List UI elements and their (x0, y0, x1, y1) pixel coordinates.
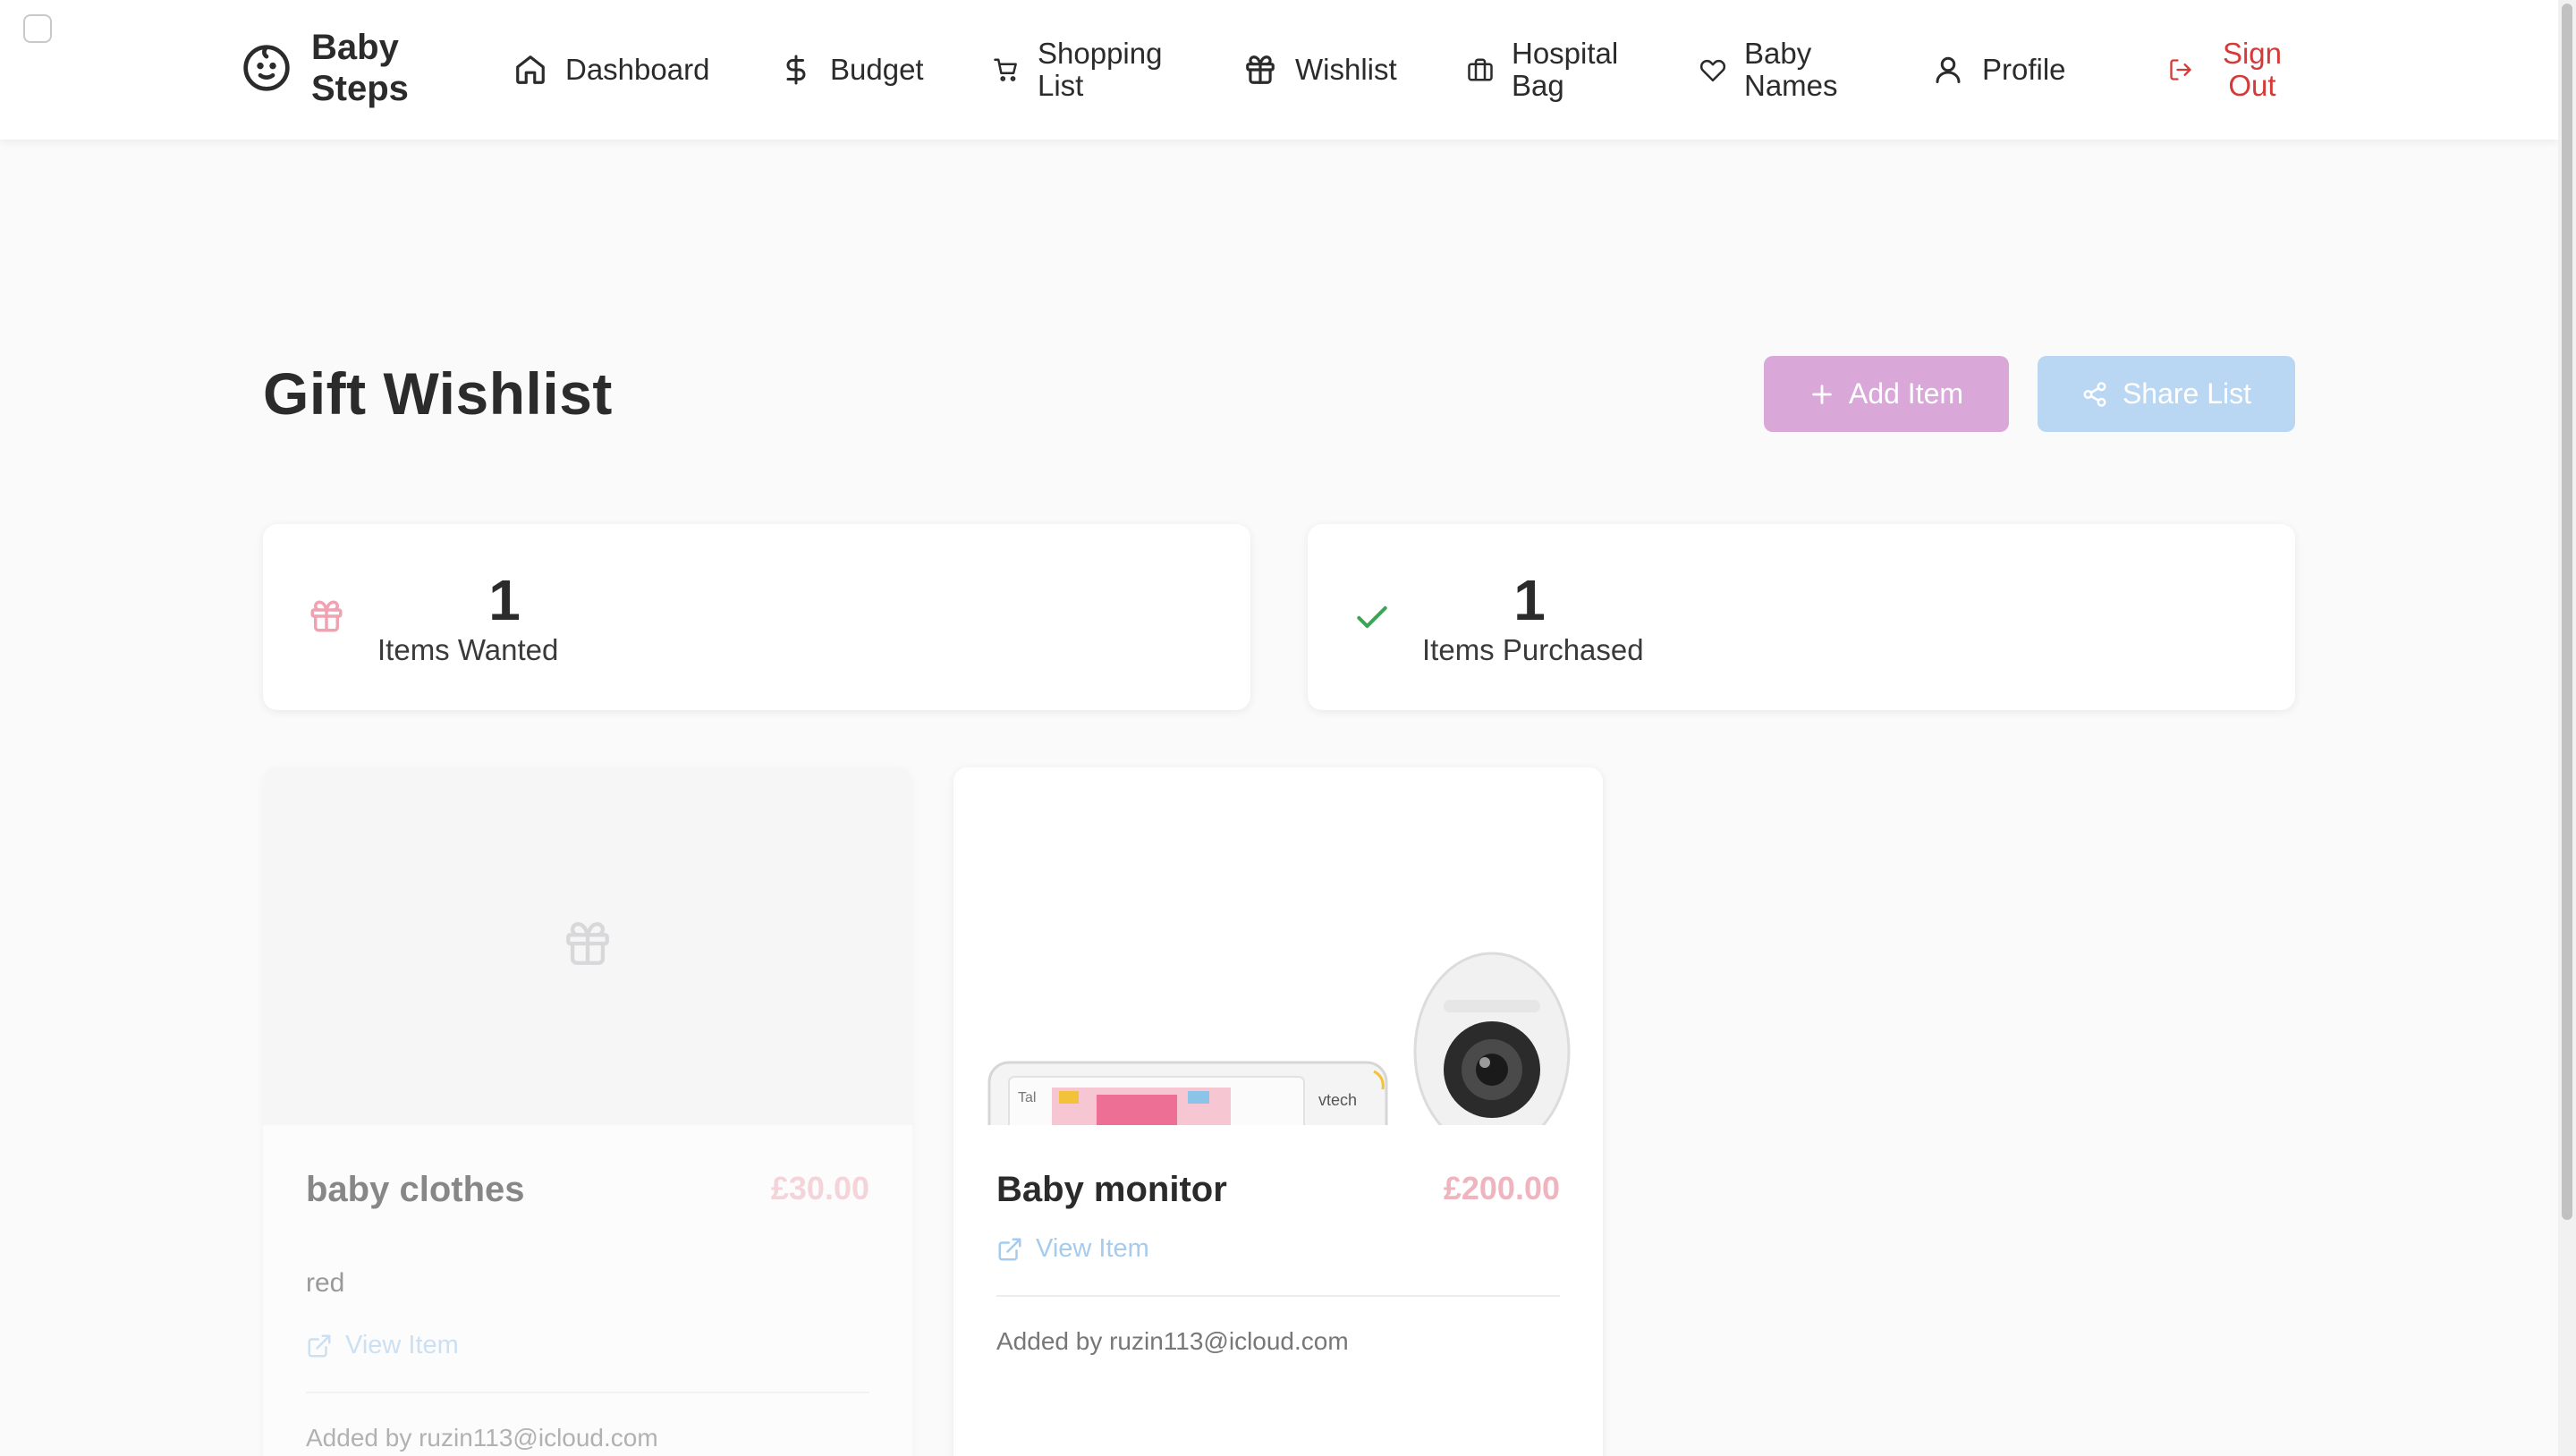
nav-label: Wishlist (1295, 53, 1397, 86)
brand-title: Baby Steps (311, 28, 409, 108)
top-nav: Baby Steps Dashboard Budget Shopping Lis… (0, 0, 2558, 140)
brand[interactable]: Baby Steps (242, 23, 419, 113)
page-title: Gift Wishlist (263, 360, 613, 427)
share-icon (2083, 381, 2106, 407)
nav-item-budget[interactable]: Budget (780, 27, 924, 113)
nav-label: Dashboard (565, 53, 710, 86)
nav-label: Hospital Bag (1512, 37, 1619, 102)
view-item-label: View Item (345, 1331, 459, 1359)
item-price: £200.00 (1443, 1170, 1560, 1206)
plus-icon (1812, 384, 1832, 404)
corner-checkbox[interactable] (23, 14, 52, 43)
monitor-screen-text: Tal (1018, 1090, 1036, 1105)
item-added-by: Added by ruzin113@icloud.com (306, 1424, 658, 1452)
page: Baby Steps Dashboard Budget Shopping Lis… (0, 0, 2576, 1456)
stat-card-wanted: 1 Items Wanted (263, 524, 1250, 710)
external-link-icon (308, 1334, 331, 1357)
external-link-icon (998, 1238, 1021, 1260)
wishlist-item-card[interactable]: baby clothes £30.00 red View Item Added … (263, 767, 912, 1456)
item-name: baby clothes (306, 1170, 525, 1209)
nav-item-shopping-list[interactable]: Shopping List (993, 27, 1190, 113)
share-list-button[interactable]: Share List (2038, 356, 2295, 432)
nav-item-baby-names[interactable]: Baby Names (1699, 27, 1869, 113)
item-name: Baby monitor (996, 1170, 1227, 1209)
user-icon (1936, 56, 1961, 83)
sign-out-icon (2170, 59, 2191, 80)
scrollbar-thumb[interactable] (2562, 4, 2572, 1220)
gift-icon (1246, 55, 1275, 84)
view-item-link[interactable]: View Item (996, 1234, 1149, 1264)
bag-icon (1468, 58, 1493, 81)
item-added-by: Added by ruzin113@icloud.com (996, 1327, 1349, 1355)
items-purchased-count: 1 (1513, 568, 1546, 632)
nav-item-wishlist[interactable]: Wishlist (1243, 27, 1397, 113)
add-item-button[interactable]: Add Item (1764, 356, 2009, 432)
item-image-placeholder (263, 767, 912, 1125)
gift-icon (566, 922, 609, 965)
view-item-link[interactable]: View Item (306, 1331, 459, 1360)
wishlist-item-card[interactable]: Tal vtech Baby monitor £200.00 View Item (953, 767, 1603, 1456)
item-price: £30.00 (770, 1170, 869, 1206)
nav-item-dashboard[interactable]: Dashboard (513, 27, 709, 113)
add-item-label: Add Item (1848, 377, 1964, 410)
nav-item-profile[interactable]: Profile (1932, 27, 2066, 113)
item-description: red (306, 1268, 345, 1298)
nav-label: Baby Names (1744, 37, 1838, 102)
nav-label: Budget (830, 53, 924, 86)
items-purchased-label: Items Purchased (1422, 633, 1644, 666)
item-image: Tal vtech (953, 767, 1603, 1125)
item-divider (306, 1392, 869, 1393)
nav-label: Sign Out (2222, 37, 2283, 102)
view-item-label: View Item (1036, 1234, 1149, 1263)
nav-label: Shopping List (1038, 37, 1163, 102)
gift-icon (310, 600, 343, 632)
home-icon (516, 55, 545, 84)
item-divider (996, 1295, 1560, 1297)
heart-icon (1699, 59, 1726, 82)
check-icon (1357, 605, 1387, 629)
nav-label: Profile (1982, 53, 2066, 86)
cart-icon (994, 58, 1017, 81)
nav-item-hospital-bag[interactable]: Hospital Bag (1467, 27, 1655, 113)
baby-monitor-image: Tal vtech (987, 952, 1571, 1125)
items-wanted-count: 1 (488, 568, 521, 632)
baby-face-icon (243, 45, 290, 91)
nav-item-sign-out[interactable]: Sign Out (2168, 27, 2293, 113)
items-wanted-label: Items Wanted (377, 633, 559, 666)
share-list-label: Share List (2122, 377, 2252, 410)
monitor-brand-logo: vtech (1318, 1091, 1357, 1109)
stat-card-purchased: 1 Items Purchased (1308, 524, 2295, 710)
page-scrollbar[interactable] (2558, 0, 2576, 1456)
dollar-icon (786, 55, 806, 85)
